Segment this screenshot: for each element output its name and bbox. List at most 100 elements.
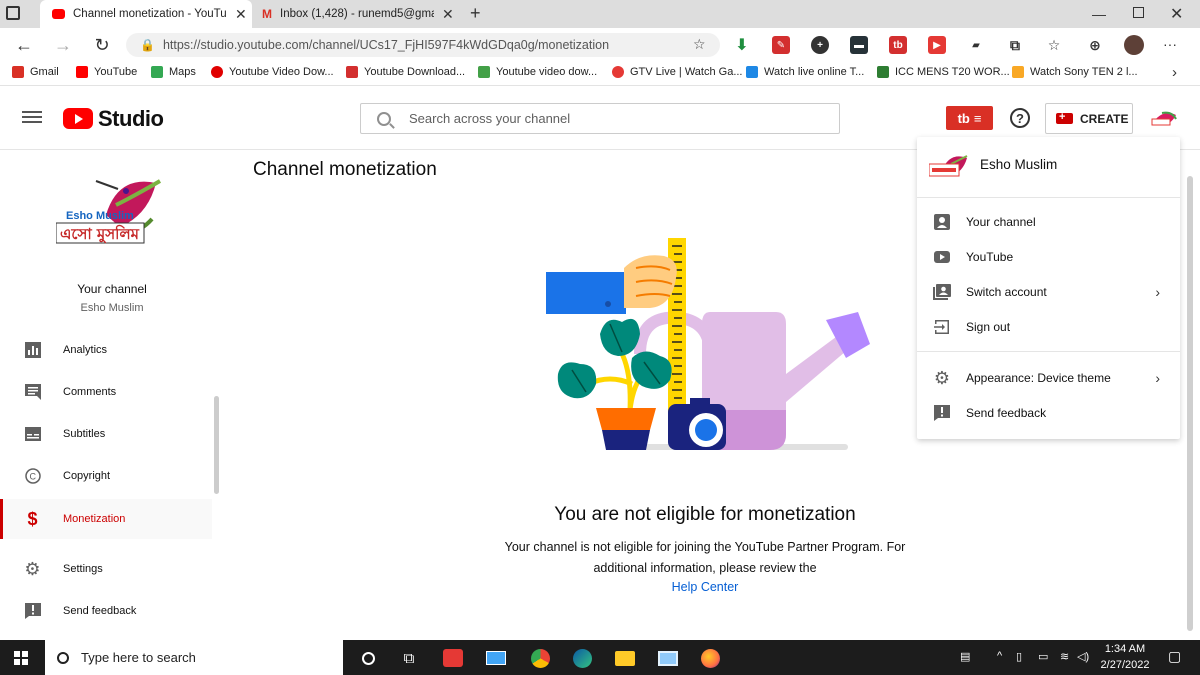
more-menu-icon[interactable]: ··· [1163,36,1177,52]
notifications-icon[interactable]: ▢ [1168,648,1181,665]
youtube-logo-icon[interactable] [63,108,93,129]
menu-item-send-feedback[interactable]: Send feedback [917,396,1180,430]
menu-item-sign-out[interactable]: Sign out [917,310,1180,344]
bookmark-maps[interactable]: Maps [151,66,196,78]
restore-icon[interactable] [1133,7,1144,18]
bookmark-icc-mens[interactable]: ICC MENS T20 WOR... [877,66,1010,78]
sidebar-item-subtitles[interactable]: Subtitles [0,414,212,454]
tab-close-icon[interactable]: ✕ [442,6,454,23]
edge-icon[interactable] [570,646,594,670]
back-icon[interactable]: ← [12,33,36,57]
menu-item-appearance[interactable]: ⚙ Appearance: Device theme › [917,361,1180,395]
volume-icon[interactable]: ◁) [1077,650,1089,663]
not-eligible-illustration [546,238,870,450]
new-tab-icon[interactable]: + [470,3,481,24]
close-window-icon[interactable]: ✕ [1170,4,1183,24]
tray-chevron-up-icon[interactable]: ^ [997,650,1002,662]
sidebar-item-comments[interactable]: Comments [0,372,212,412]
firefox-icon[interactable] [698,646,722,670]
news-widget-icon[interactable]: ▤ [960,650,970,663]
account-menu-avatar [929,155,968,177]
avatar-text-bn: এসো মুসলিম [60,224,140,243]
page-scrollbar-thumb[interactable] [1187,176,1193,631]
taskbar-clock-time[interactable]: 1:34 AM [1100,643,1150,655]
minimize-icon[interactable]: — [1092,6,1106,22]
favorite-add-icon[interactable]: ☆ [693,36,706,53]
extension-dark-icon[interactable]: ▬ [850,36,868,54]
forward-icon[interactable]: → [51,33,75,57]
tray-app-icon[interactable]: ▯ [1016,650,1022,663]
menu-item-youtube[interactable]: YouTube [917,240,1180,274]
battery-icon[interactable]: ▭ [1038,650,1048,663]
url-text: https://studio.youtube.com/channel/UCs17… [162,38,610,52]
sidebar-item-copyright[interactable]: C Copyright [0,456,212,496]
menu-item-switch-account[interactable]: Switch account › [917,275,1180,309]
hamburger-menu-icon[interactable] [22,108,42,126]
menu-item-your-channel[interactable]: Your channel [917,205,1180,239]
profile-avatar-icon[interactable] [1124,35,1144,55]
youtube-icon [76,66,88,78]
analytics-icon [24,342,41,359]
download-icon [346,66,358,78]
tab-gmail-inbox[interactable]: M Inbox (1,428) - runemd5@gmail. ✕ [256,0,462,28]
url-field[interactable]: 🔒 https://studio.youtube.com/channel/UCs… [126,33,720,57]
help-icon[interactable]: ? [1010,108,1030,128]
sidebar-scrollbar[interactable] [214,396,219,494]
subtitles-icon [24,426,41,443]
create-button[interactable]: CREATE [1045,103,1133,134]
taskbar-app-monitor-icon[interactable] [656,646,680,670]
extension-red2-icon[interactable]: ▶ [928,36,946,54]
gmail-favicon-icon: M [262,7,272,21]
bookmark-watch-live[interactable]: Watch live online T... [746,66,864,78]
page-scrollbar[interactable] [1186,160,1194,636]
dollar-icon: $ [27,508,38,529]
comments-icon [24,384,41,401]
bookmarks-more-chevron-icon[interactable]: › [1172,64,1177,81]
bookmark-youtube[interactable]: YouTube [76,66,137,78]
reload-icon[interactable]: ↻ [90,33,114,57]
taskbar-search-input[interactable]: Type here to search [45,640,343,675]
tab-close-icon[interactable]: ✕ [235,6,247,23]
file-explorer-icon[interactable] [613,646,637,670]
gtv-icon [612,66,624,78]
youtube-icon [933,248,951,266]
search-input[interactable]: Search across your channel [360,103,840,134]
extension-red-icon[interactable]: ✎ [772,36,790,54]
extensions-puzzle-icon[interactable]: ⧉ [1006,36,1024,54]
help-center-link[interactable]: Help Center [600,580,810,594]
extension-circle-icon[interactable]: + [811,36,829,54]
sidebar-item-monetization[interactable]: $ Monetization [0,499,212,539]
bookmark-gmail[interactable]: Gmail [12,66,59,78]
account-avatar[interactable] [1148,105,1180,133]
task-view-icon[interactable]: ⧉ [397,646,421,670]
studio-logo-text[interactable]: Studio [98,106,164,132]
sidebar-item-analytics[interactable]: Analytics [0,330,212,370]
sidebar-item-send-feedback[interactable]: Send feedback [0,591,212,631]
extension-tb-icon[interactable]: tb [889,36,907,54]
channel-avatar[interactable]: Esho Muslim এসো মুসলিম [56,175,166,255]
sidebar-item-settings[interactable]: ⚙ Settings [0,549,212,589]
cortana-icon[interactable] [356,646,380,670]
bookmark-gtv-live[interactable]: GTV Live | Watch Ga... [612,66,742,78]
taskbar-app-red-icon[interactable] [441,646,465,670]
chrome-icon[interactable] [528,646,552,670]
bookmark-youtube-video-dow[interactable]: Youtube Video Dow... [211,66,334,78]
download-extension-icon[interactable]: ⬇ [733,36,751,54]
feedback-icon [933,404,951,422]
settings-icon: ⚙ [24,558,41,579]
bookmark-youtube-video-dow-2[interactable]: Youtube video dow... [478,66,597,78]
not-eligible-body: Your channel is not eligible for joining… [504,540,906,575]
extension-clapper-icon[interactable]: ▰ [967,36,985,54]
favorites-icon[interactable]: ☆ [1045,36,1063,54]
tubebuddy-button[interactable]: tb ≡ [946,106,993,130]
windows-start-icon[interactable] [14,651,28,665]
tab-actions-icon[interactable] [6,6,20,20]
taskbar-app-blue-icon[interactable] [484,646,508,670]
taskbar-clock-date[interactable]: 2/27/2022 [1096,659,1154,671]
tab-title: Inbox (1,428) - runemd5@gmail. [280,8,434,20]
tab-channel-monetization[interactable]: Channel monetization - YouTube ✕ [40,0,252,28]
bookmark-sony-ten[interactable]: Watch Sony TEN 2 l... [1012,66,1138,78]
collections-icon[interactable]: ⊕ [1086,36,1104,54]
wifi-icon[interactable]: ≋ [1060,650,1069,663]
bookmark-youtube-download[interactable]: Youtube Download... [346,66,465,78]
